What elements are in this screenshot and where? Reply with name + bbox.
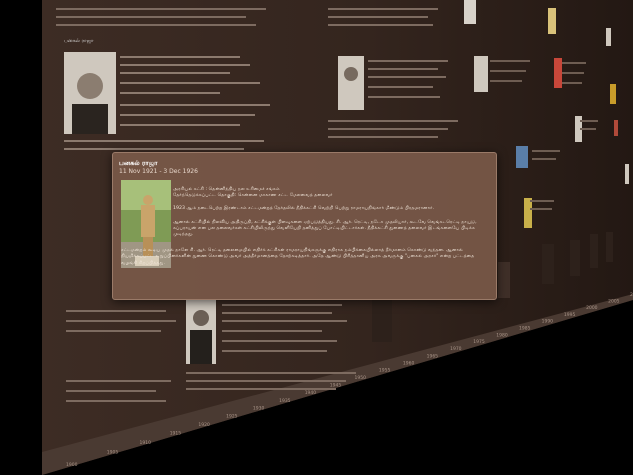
card-left-title: பனகல் ராஜா <box>64 38 94 44</box>
year-tick-label: 1915 <box>170 431 182 437</box>
year-tick-label: 1970 <box>450 346 462 352</box>
portrait-photo-10 <box>606 28 611 46</box>
year-tick-label: 1980 <box>496 332 508 338</box>
portrait-photo-11 <box>610 84 616 104</box>
year-tick-label: 2005 <box>608 299 620 305</box>
year-tick-label: 1900 <box>66 462 78 468</box>
year-tick-label: 1955 <box>379 368 391 374</box>
year-tick-label: 1960 <box>403 360 415 366</box>
portrait-photo-7 <box>516 146 528 168</box>
portrait-photo-3 <box>464 0 476 24</box>
popup-dates: 11 Nov 1921 - 3 Dec 1926 <box>119 168 198 175</box>
year-tick-label: 1930 <box>253 406 265 412</box>
portrait-photo-6 <box>554 58 562 88</box>
popup-body: அரசியல் கட்சி : தென்னிந்திய நல உரிமைச் ச… <box>121 187 489 274</box>
year-tick-label: 1940 <box>305 390 317 396</box>
portrait-photo-12 <box>614 120 618 136</box>
year-tick-label: 1975 <box>473 339 485 345</box>
year-tick-label: 2000 <box>586 305 598 311</box>
popup-title: பனகல் ராஜா <box>119 159 158 167</box>
popup-paragraph-2: 1923 ஆம் நடைபெற்ற இரண்டாம் சட்டமன்றத் தே… <box>173 206 435 212</box>
year-tick-label: 1945 <box>330 383 342 389</box>
year-tick-label: 1995 <box>564 312 576 318</box>
timeline-viewport[interactable]: பனகல் ராஜா 1900 1905 1910 1915 1920 1925… <box>0 0 633 475</box>
year-tick-label: 1925 <box>226 414 238 420</box>
year-tick-label: 1920 <box>198 422 210 428</box>
year-tick-label: 1950 <box>355 375 367 381</box>
portrait-photo-4 <box>474 56 488 92</box>
year-tick-label: 1985 <box>519 326 531 332</box>
popup-paragraph-1: அரசியல் கட்சி : தென்னிந்திய நல உரிமைச் ச… <box>173 187 333 199</box>
year-tick-label: 1990 <box>542 319 554 325</box>
portrait-photo-2 <box>338 56 364 110</box>
detail-popup[interactable]: பனகல் ராஜா 11 Nov 1921 - 3 Dec 1926 அரசி… <box>112 152 497 300</box>
popup-paragraph-3: ஆனால் கட்சியில் நிலவிய அதிருப்தி, கட்சிக… <box>173 219 477 238</box>
portrait-photo-13 <box>625 164 629 184</box>
portrait-photo-5 <box>548 8 556 34</box>
year-tick-label: 1965 <box>427 353 439 359</box>
year-tick-label: 1910 <box>140 440 152 446</box>
year-tick-label: 1905 <box>107 450 119 456</box>
popup-paragraph-4: சட்டமன்றம் கூடிய முதல் நாளே சி. ஆர். ரெட… <box>121 248 475 266</box>
year-tick-label: 1935 <box>279 398 291 404</box>
portrait-photo-8 <box>524 198 532 228</box>
